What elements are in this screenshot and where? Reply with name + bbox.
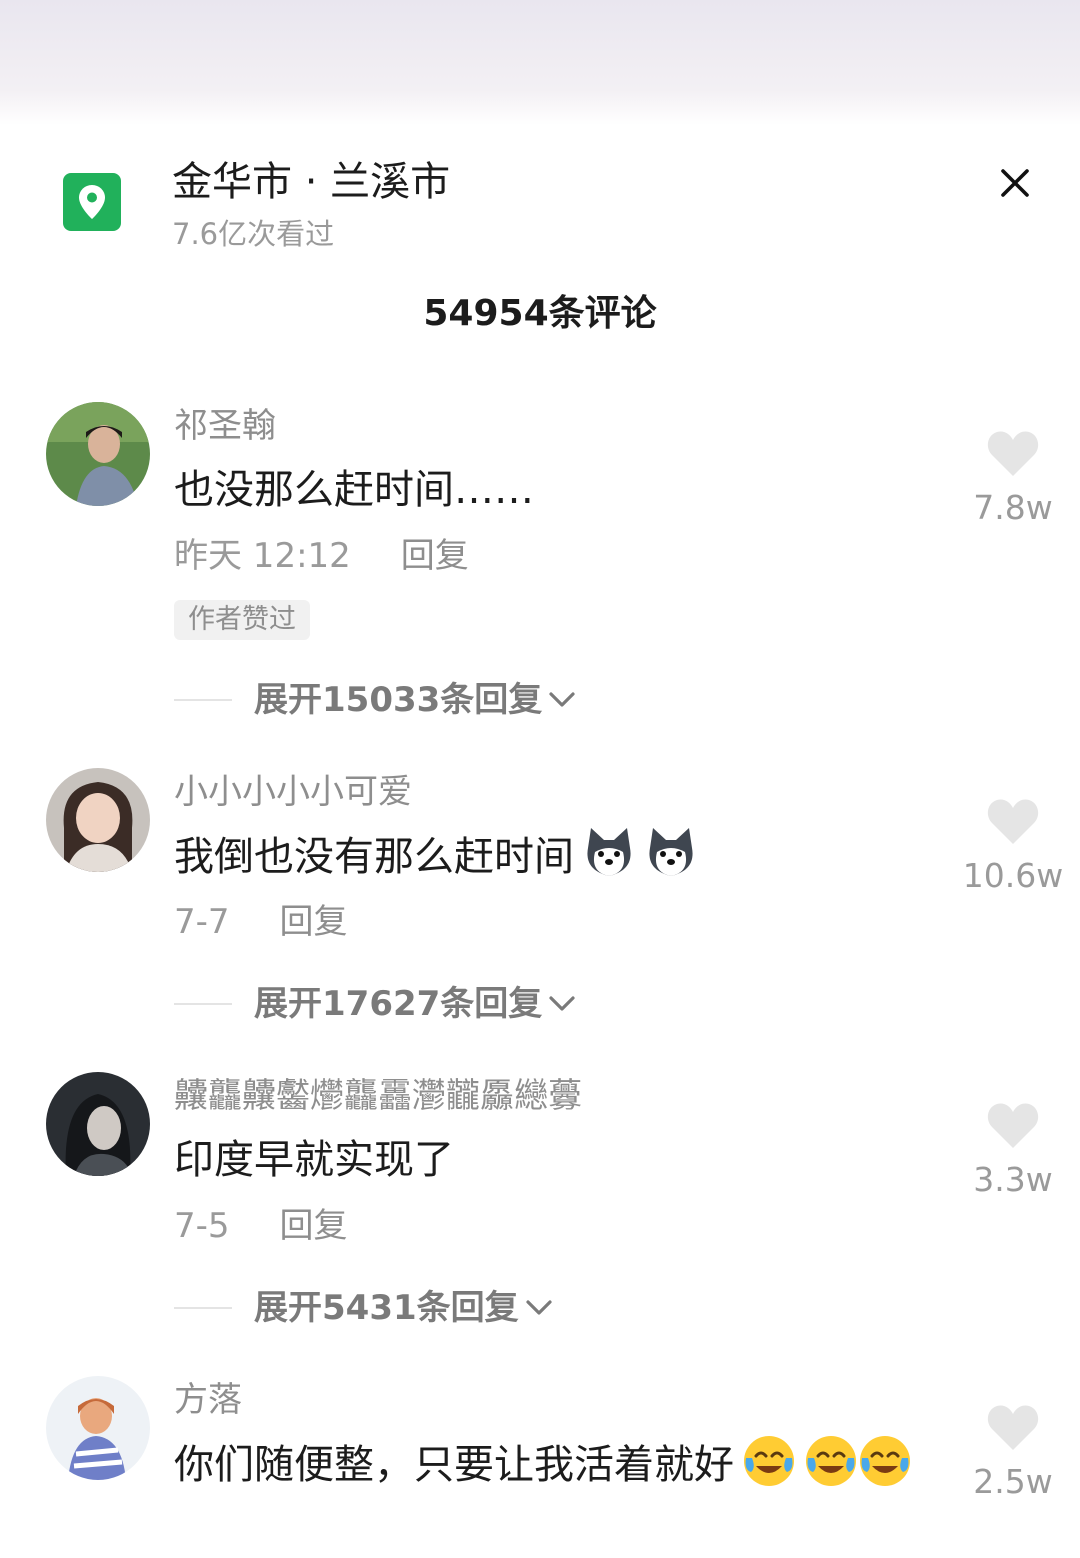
comment-username[interactable]: 小小小小小可爱	[174, 770, 412, 814]
comment-time: 7-5	[174, 1206, 230, 1246]
comment-username[interactable]: 方落	[174, 1378, 242, 1422]
reply-button[interactable]: 回复	[401, 536, 469, 576]
expand-replies-label: 展开15033条回复	[254, 680, 543, 720]
husky-emoji-icon	[587, 828, 631, 876]
comment-meta: 7-7 回复	[174, 900, 348, 944]
location-views: 7.6亿次看过	[172, 217, 335, 251]
crying-laughing-emoji-icon	[744, 1436, 794, 1486]
comment-text: 你们随便整，只要让我活着就好	[174, 1434, 914, 1495]
like-button[interactable]: 7.8w	[950, 430, 1076, 530]
comment-text: 我倒也没有那么赶时间	[174, 826, 914, 887]
comment-text: 印度早就实现了	[174, 1137, 454, 1183]
comment-username[interactable]: 祁圣翰	[174, 404, 276, 448]
heart-icon	[987, 1103, 1039, 1148]
heart-icon	[987, 1405, 1039, 1450]
comment-text: 也没那么赶时间……	[174, 467, 534, 513]
comment-time: 昨天 12:12	[174, 536, 351, 576]
divider-line	[174, 1307, 232, 1309]
like-count: 3.3w	[973, 1160, 1053, 1199]
expand-replies-button[interactable]: 展开5431条回复	[174, 1286, 553, 1330]
like-count: 10.6w	[962, 856, 1064, 895]
reply-button[interactable]: 回复	[280, 902, 348, 942]
divider-line	[174, 1003, 232, 1005]
husky-emoji-icon	[649, 828, 693, 876]
comment-meta: 7-5 回复	[174, 1204, 348, 1248]
avatar[interactable]	[46, 402, 150, 506]
like-count: 2.5w	[973, 1462, 1053, 1501]
comment-text-content: 你们随便整，只要让我活着就好	[174, 1442, 734, 1488]
crying-laughing-emoji-icon	[860, 1436, 910, 1486]
comment-time: 7-7	[174, 902, 230, 942]
close-icon	[1001, 169, 1029, 197]
author-liked-badge: 作者赞过	[174, 600, 310, 640]
avatar[interactable]	[46, 1072, 150, 1176]
like-button[interactable]: 3.3w	[950, 1102, 1076, 1202]
crying-laughing-emoji-icon	[806, 1436, 856, 1486]
avatar[interactable]	[46, 1376, 150, 1480]
comment-username[interactable]: 齉龘齉齾爩龘靐灪龖厵纞虋	[174, 1074, 582, 1118]
heart-icon	[987, 799, 1039, 844]
divider-line	[174, 699, 232, 701]
location-pin-icon[interactable]	[63, 173, 121, 231]
like-button[interactable]: 10.6w	[950, 798, 1076, 898]
expand-replies-button[interactable]: 展开17627条回复	[174, 982, 576, 1026]
like-button[interactable]: 2.5w	[950, 1404, 1076, 1504]
comment-count-title: 54954条评论	[423, 293, 657, 334]
chevron-down-icon	[526, 1300, 552, 1315]
heart-icon	[987, 431, 1039, 476]
comment-text-content: 我倒也没有那么赶时间	[174, 834, 574, 880]
chevron-down-icon	[549, 692, 575, 707]
expand-replies-label: 展开17627条回复	[254, 984, 543, 1024]
reply-button[interactable]: 回复	[280, 1206, 348, 1246]
expand-replies-label: 展开5431条回复	[254, 1288, 519, 1328]
comment-meta: 昨天 12:12 回复	[174, 534, 469, 578]
location-title[interactable]: 金华市 · 兰溪市	[172, 156, 450, 208]
close-button[interactable]	[990, 158, 1040, 208]
expand-replies-button[interactable]: 展开15033条回复	[174, 678, 576, 722]
like-count: 7.8w	[973, 488, 1053, 527]
chevron-down-icon	[549, 996, 575, 1011]
avatar[interactable]	[46, 768, 150, 872]
